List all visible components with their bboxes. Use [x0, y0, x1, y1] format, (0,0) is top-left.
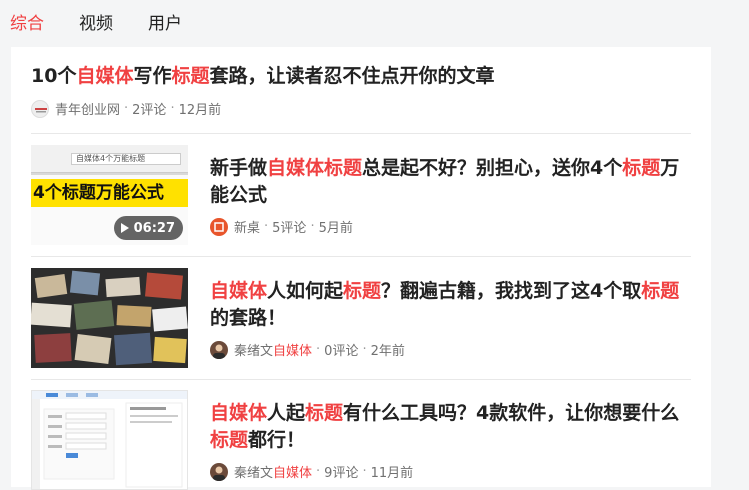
article-item[interactable]: 10个自媒体写作标题套路，让读者忍不住点开你的文章 青年创业网 · 2评论 · …	[31, 63, 691, 118]
article-meta: 秦绪文自媒体 · 9评论 · 11月前	[210, 462, 690, 481]
tab-comprehensive[interactable]: 综合	[10, 0, 44, 34]
highlighted-keyword: 标题	[622, 157, 661, 179]
author-name[interactable]: 秦绪文自媒体	[234, 340, 312, 359]
text-segment: 套路，让读者忍不住点开你的文章	[209, 65, 495, 87]
article-title[interactable]: 10个自媒体写作标题套路，让读者忍不住点开你的文章	[31, 63, 691, 90]
text-segment: ？翻遍古籍，我找到了这4个取	[381, 280, 642, 302]
highlighted-keyword: 自媒体	[210, 280, 268, 302]
highlighted-keyword: 自媒体	[273, 466, 313, 481]
article-title[interactable]: 自媒体人如何起标题？翻遍古籍，我找到了这4个取标题的套路！	[210, 278, 690, 332]
text-segment: 的套路！	[210, 307, 287, 329]
text-segment: 秦绪文	[234, 344, 274, 359]
article-meta: 秦绪文自媒体 · 0评论 · 2年前	[210, 340, 690, 359]
highlighted-keyword: 自媒体	[210, 402, 268, 424]
text-segment: 人起	[267, 402, 306, 424]
video-thumbnail[interactable]: 自媒体4个万能标题 4个标题万能公式 06:27	[31, 145, 188, 245]
meta-separator: ·	[316, 342, 321, 357]
highlighted-keyword: 标题	[343, 280, 382, 302]
comment-count: 0评论	[324, 344, 359, 359]
text-segment: 总是起不好？别担心，送你4个	[362, 157, 623, 179]
author-name[interactable]: 青年创业网	[55, 99, 120, 118]
meta-separator: ·	[170, 101, 175, 116]
text-segment: 10个	[31, 65, 77, 87]
tab-video[interactable]: 视频	[79, 0, 113, 34]
author-avatar[interactable]	[210, 462, 228, 481]
video-duration: 06:27	[133, 220, 175, 236]
publish-time: 5月前	[318, 221, 353, 236]
author-avatar[interactable]	[31, 99, 49, 118]
tab-users[interactable]: 用户	[148, 0, 182, 34]
author-avatar[interactable]	[210, 217, 228, 236]
text-segment: 有什么工具吗？4款软件，让你想要什么	[343, 402, 680, 424]
highlighted-keyword: 标题	[171, 65, 210, 87]
meta-separator: ·	[316, 464, 321, 479]
comment-count: 2评论	[132, 103, 167, 118]
article-thumbnail[interactable]	[31, 390, 188, 490]
highlighted-keyword: 标题	[305, 402, 344, 424]
divider	[31, 133, 691, 134]
results-card: 10个自媒体写作标题套路，让读者忍不住点开你的文章 青年创业网 · 2评论 · …	[11, 47, 711, 490]
text-segment: 秦绪文	[234, 466, 274, 481]
article-meta: 新桌 · 5评论 · 5月前	[210, 217, 690, 236]
highlighted-keyword: 自媒体	[76, 65, 134, 87]
divider	[31, 379, 691, 380]
highlighted-keyword: 自媒体标题	[267, 157, 363, 179]
article-title[interactable]: 自媒体人起标题有什么工具吗？4款软件，让你想要什么标题都行！	[210, 400, 690, 454]
publish-time: 2年前	[370, 344, 405, 359]
text-segment: 青年创业网	[55, 103, 121, 118]
meta-separator: ·	[362, 342, 367, 357]
text-segment: 写作	[133, 65, 172, 87]
highlighted-keyword: 标题	[641, 280, 680, 302]
author-avatar[interactable]	[210, 340, 228, 359]
publish-time: 11月前	[370, 466, 414, 481]
meta-separator: ·	[124, 101, 129, 116]
article-thumbnail[interactable]	[31, 268, 188, 368]
author-name[interactable]: 新桌	[234, 217, 260, 236]
comment-count: 9评论	[324, 466, 359, 481]
article-meta: 青年创业网 · 2评论 · 12月前	[31, 99, 691, 118]
text-segment: 都行！	[248, 429, 306, 451]
text-segment: 新手做	[210, 157, 268, 179]
article-title[interactable]: 新手做自媒体标题总是起不好？别担心，送你4个标题万能公式	[210, 155, 690, 209]
meta-separator: ·	[264, 219, 269, 234]
comment-count: 5评论	[272, 221, 307, 236]
meta-separator: ·	[310, 219, 315, 234]
thumb-caption: 自媒体4个万能标题	[71, 153, 181, 165]
highlighted-keyword: 标题	[210, 429, 249, 451]
highlighted-keyword: 自媒体	[273, 344, 313, 359]
thumb-headline: 4个标题万能公式	[31, 179, 188, 207]
divider	[31, 256, 691, 257]
video-duration-badge: 06:27	[113, 216, 183, 240]
author-name[interactable]: 秦绪文自媒体	[234, 462, 312, 481]
meta-separator: ·	[362, 464, 367, 479]
text-segment: 新桌	[234, 221, 261, 236]
publish-time: 12月前	[178, 103, 222, 118]
text-segment: 人如何起	[267, 280, 344, 302]
play-icon	[120, 223, 129, 233]
search-tabs: 综合 视频 用户	[0, 0, 749, 46]
